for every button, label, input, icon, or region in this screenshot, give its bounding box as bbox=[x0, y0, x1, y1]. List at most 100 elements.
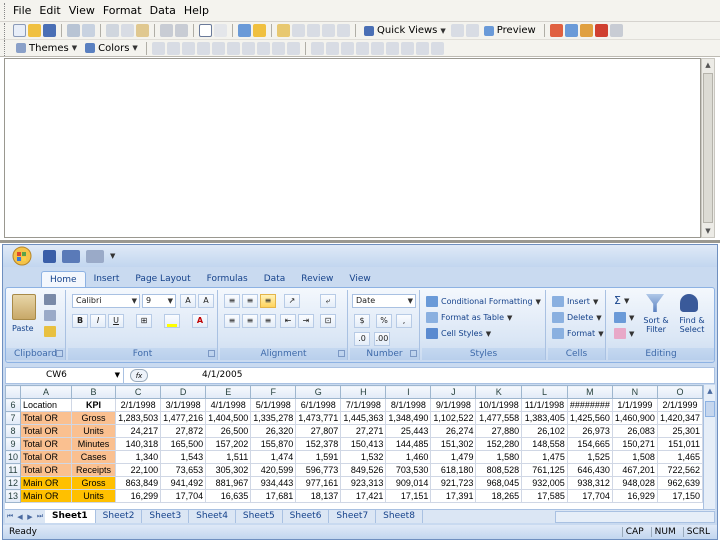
cell[interactable]: KPI bbox=[71, 398, 117, 412]
cell[interactable]: 26,320 bbox=[250, 424, 297, 438]
paste-icon[interactable] bbox=[136, 24, 149, 37]
currency-button[interactable]: $ bbox=[354, 314, 370, 328]
package-icon[interactable] bbox=[579, 24, 593, 37]
align-left-icon[interactable] bbox=[151, 41, 165, 55]
cell[interactable]: 932,005 bbox=[521, 476, 568, 490]
cell[interactable]: 17,151 bbox=[385, 489, 432, 503]
menu-file[interactable]: File bbox=[11, 1, 37, 21]
cell[interactable]: 1,580 bbox=[475, 450, 523, 464]
cell[interactable]: 909,014 bbox=[385, 476, 432, 490]
decrease-indent-button[interactable]: ⇤ bbox=[280, 314, 296, 328]
shrink-font-button[interactable]: A bbox=[198, 294, 214, 308]
insert-cells-button[interactable]: Insert ▼ bbox=[552, 296, 598, 307]
same-height-icon[interactable] bbox=[271, 41, 285, 55]
italic-button[interactable]: I bbox=[90, 314, 106, 328]
cell[interactable]: 881,967 bbox=[205, 476, 252, 490]
cell[interactable]: 27,872 bbox=[160, 424, 207, 438]
cell[interactable]: 27,271 bbox=[340, 424, 387, 438]
cut-button[interactable] bbox=[44, 294, 56, 305]
cell[interactable]: 150,271 bbox=[611, 437, 658, 451]
menu-data[interactable]: Data bbox=[148, 1, 182, 21]
cell[interactable]: 3/1/1998 bbox=[160, 398, 207, 412]
column-header[interactable]: F bbox=[250, 385, 297, 399]
prev-sheet-icon[interactable]: ◀ bbox=[15, 513, 25, 521]
cell[interactable]: 16,299 bbox=[115, 489, 162, 503]
cell[interactable]: 977,161 bbox=[295, 476, 342, 490]
last-sheet-icon[interactable]: ⏭ bbox=[35, 512, 45, 521]
cell[interactable]: 10/1/1998 bbox=[475, 398, 523, 412]
cell[interactable]: 27,880 bbox=[475, 424, 523, 438]
column-header[interactable]: L bbox=[521, 385, 568, 399]
cell[interactable]: 1,425,560 bbox=[566, 411, 613, 425]
format-as-table-button[interactable]: Format as Table ▼ bbox=[426, 312, 512, 323]
cell[interactable]: 1,348,490 bbox=[385, 411, 432, 425]
cell[interactable]: 25,301 bbox=[656, 424, 703, 438]
cell[interactable]: 6/1/1998 bbox=[295, 398, 342, 412]
cell[interactable]: Total OR bbox=[20, 424, 73, 438]
scroll-up-icon[interactable]: ▲ bbox=[704, 385, 716, 397]
lock-icon[interactable] bbox=[415, 41, 429, 55]
tab-page-layout[interactable]: Page Layout bbox=[127, 271, 198, 287]
align-middle-icon[interactable] bbox=[211, 41, 225, 55]
format-painter-button[interactable] bbox=[44, 326, 56, 337]
row-header[interactable]: 9 bbox=[5, 437, 22, 451]
next-sheet-icon[interactable]: ▶ bbox=[25, 513, 35, 521]
toolbar-grip[interactable] bbox=[4, 40, 7, 56]
unlock-icon[interactable] bbox=[430, 41, 444, 55]
cell[interactable]: 1,460,900 bbox=[611, 411, 658, 425]
delete-cells-button[interactable]: Delete ▼ bbox=[552, 312, 602, 323]
tab-formulas[interactable]: Formulas bbox=[199, 271, 256, 287]
sheet-tab[interactable]: Sheet5 bbox=[236, 510, 283, 523]
cell[interactable]: 596,773 bbox=[295, 463, 342, 477]
cell[interactable]: 1,383,405 bbox=[521, 411, 568, 425]
cell[interactable]: 934,443 bbox=[250, 476, 297, 490]
cell[interactable]: 16,929 bbox=[611, 489, 658, 503]
cell[interactable]: 1,445,363 bbox=[340, 411, 387, 425]
menu-help[interactable]: Help bbox=[182, 1, 215, 21]
grid-toggle-icon[interactable] bbox=[385, 41, 399, 55]
cell[interactable]: 26,083 bbox=[611, 424, 658, 438]
cell[interactable]: 1,460 bbox=[385, 450, 432, 464]
scroll-thumb[interactable] bbox=[703, 73, 713, 223]
align-top-icon[interactable] bbox=[196, 41, 210, 55]
cell[interactable]: Total OR bbox=[20, 463, 73, 477]
sort-filter-icon[interactable] bbox=[646, 294, 664, 312]
cell[interactable]: 17,681 bbox=[250, 489, 297, 503]
cell[interactable]: Gross bbox=[71, 411, 117, 425]
cell[interactable]: 1,508 bbox=[611, 450, 658, 464]
cell[interactable]: 2/1/1998 bbox=[115, 398, 162, 412]
column-header[interactable]: E bbox=[205, 385, 252, 399]
binoculars-icon[interactable] bbox=[680, 294, 698, 312]
row-header[interactable]: 12 bbox=[5, 476, 22, 490]
column-header[interactable]: O bbox=[656, 385, 703, 399]
cell[interactable]: 1,335,278 bbox=[250, 411, 297, 425]
cell[interactable]: 11/1/1998 bbox=[521, 398, 568, 412]
scroll-down-icon[interactable]: ▼ bbox=[702, 225, 714, 237]
cell[interactable]: 144,485 bbox=[385, 437, 432, 451]
cell[interactable]: 140,318 bbox=[115, 437, 162, 451]
dialog-launcher-icon[interactable] bbox=[56, 350, 63, 357]
ungroup-icon[interactable] bbox=[355, 41, 369, 55]
column-header[interactable]: I bbox=[385, 385, 432, 399]
cell[interactable]: 26,274 bbox=[430, 424, 477, 438]
snap-icon[interactable] bbox=[370, 41, 384, 55]
cell[interactable]: 150,413 bbox=[340, 437, 387, 451]
cell[interactable]: Main OR bbox=[20, 476, 73, 490]
save-icon[interactable] bbox=[43, 249, 56, 263]
preview-button[interactable]: Preview bbox=[481, 25, 539, 36]
redo-icon[interactable] bbox=[86, 249, 104, 263]
cell[interactable]: 155,870 bbox=[250, 437, 297, 451]
fill-button[interactable]: ▼ bbox=[614, 312, 634, 323]
cell[interactable]: 761,125 bbox=[521, 463, 568, 477]
cell[interactable]: 703,530 bbox=[385, 463, 432, 477]
column-header[interactable]: M bbox=[566, 385, 613, 399]
column-header[interactable]: G bbox=[295, 385, 342, 399]
format-cells-button[interactable]: Format ▼ bbox=[552, 328, 604, 339]
clear-button[interactable]: ▼ bbox=[614, 328, 634, 339]
cell[interactable]: 17,704 bbox=[566, 489, 613, 503]
colors-button[interactable]: Colors ▼ bbox=[82, 43, 141, 54]
toolbar-grip[interactable] bbox=[4, 2, 7, 19]
tab-insert[interactable]: Insert bbox=[86, 271, 128, 287]
quick-views-button[interactable]: Quick Views ▼ bbox=[361, 25, 449, 36]
cell[interactable]: 941,492 bbox=[160, 476, 207, 490]
